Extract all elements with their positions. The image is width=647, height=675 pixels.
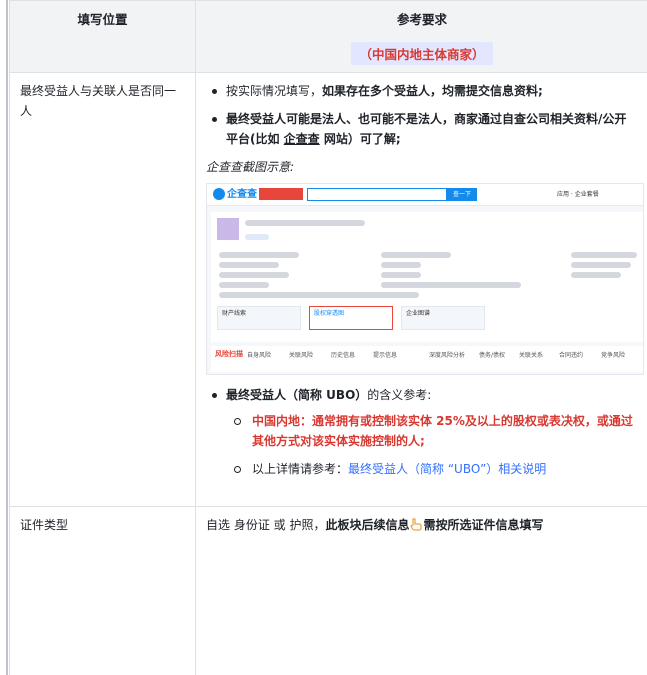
risk-scan-label: 风险扫描: [215, 350, 243, 358]
tab-item: 提示信息: [373, 352, 398, 359]
sublist-item-mainland: 中国内地：通常拥有或控制该实体 25%及以上的股权或表决权，或通过其他方式对该实…: [226, 411, 638, 451]
list-item: 最终受益人（简称 UBO）的含义参考: 中国内地：通常拥有或控制该实体 25%及…: [206, 385, 638, 479]
qichacha-logo: 企查查: [213, 188, 257, 201]
tab-item: 自身风险: [247, 352, 272, 359]
requirements-table: 填写位置 参考要求 （中国内地主体商家） 最终受益人与关联人是否同一人 按实际情…: [9, 0, 647, 675]
tab-item: 历史信息: [331, 352, 356, 359]
asset-clues-box: 财产线索: [217, 306, 301, 330]
table-row: 证件类型 自选 身份证 或 护照，此板块后续信息 需按所选证件信息填写: [9, 506, 647, 675]
bullet-bold-text: 网站）可了解;: [319, 132, 401, 146]
list-item: 最终受益人可能是法人、也可能不是法人，商家通过自查公司相关资料/公开平台(比如 …: [206, 109, 638, 149]
list-item: 按实际情况填写，如果存在多个受益人，均需提交信息资料;: [206, 81, 638, 101]
tab-item: 竞争风险: [601, 352, 626, 359]
screenshot-caption: 企查查截图示意:: [206, 160, 295, 174]
id-type-text: 自选 身份证 或 护照，: [206, 518, 326, 532]
row-content-ubo: 按实际情况填写，如果存在多个受益人，均需提交信息资料; 最终受益人可能是法人、也…: [195, 72, 647, 507]
qichacha-screenshot: 企查查 查一下 应用 · 企业套餐 财产线索 股权穿透图 企业图谱 风险扫描 自…: [206, 183, 644, 375]
company-card: 财产线索 股权穿透图 企业图谱: [211, 212, 643, 342]
company-avatar: [217, 218, 239, 240]
sublist-item-details: 以上详情请参考：最终受益人（简称 “UBO”）相关说明: [226, 459, 638, 479]
screenshot-tabs: 风险扫描 自身风险 关联风险 历史信息 提示信息 深度风险分析 债务/债权 关联…: [211, 346, 643, 372]
equity-penetration-box: 股权穿透图: [309, 306, 393, 330]
row-label-ubo: 最终受益人与关联人是否同一人: [9, 72, 196, 507]
bullet-text: 按实际情况填写，: [226, 84, 323, 98]
promo-badge: [259, 188, 303, 200]
tab-item: 深度风险分析: [429, 352, 466, 359]
screenshot-topbar: 企查查 查一下 应用 · 企业套餐: [207, 184, 643, 206]
qichacha-link[interactable]: 企查查: [284, 132, 320, 146]
tab-item: 关联关系: [519, 352, 544, 359]
search-input: [307, 188, 447, 201]
header-requirements: 参考要求 （中国内地主体商家）: [195, 0, 647, 73]
search-button: 查一下: [447, 188, 477, 201]
header-subject-badge: （中国内地主体商家）: [351, 42, 493, 65]
tab-item: 关联风险: [289, 352, 314, 359]
header-position: 填写位置: [9, 0, 196, 73]
id-type-bold-text: 需按所选证件信息填写: [423, 518, 544, 532]
details-label: 以上详情请参考：: [252, 462, 349, 476]
tab-item: 合同违约: [559, 352, 584, 359]
row-content-id-type: 自选 身份证 或 护照，此板块后续信息 需按所选证件信息填写: [195, 506, 647, 675]
topbar-menu: 应用 · 企业套餐: [557, 191, 599, 198]
header-row: 填写位置 参考要求 （中国内地主体商家）: [9, 0, 647, 73]
table-row: 最终受益人与关联人是否同一人 按实际情况填写，如果存在多个受益人，均需提交信息资…: [9, 72, 647, 507]
tab-item: 债务/债权: [479, 352, 506, 359]
bullet-bold-text: 如果存在多个受益人，均需提交信息资料;: [322, 84, 543, 98]
row-label-id-type: 证件类型: [9, 506, 196, 675]
bullet-text: 的含义参考:: [367, 388, 432, 402]
header-requirements-title: 参考要求: [396, 12, 447, 27]
pointer-hand-icon: [410, 517, 423, 537]
enterprise-graph-box: 企业图谱: [401, 306, 485, 330]
left-margin-rule: [6, 0, 8, 675]
ubo-explanation-link[interactable]: 最终受益人（简称 “UBO”）相关说明: [348, 462, 546, 476]
bullet-bold-text: 最终受益人（简称 UBO）: [226, 388, 368, 402]
id-type-bold-text: 此板块后续信息: [325, 518, 410, 532]
